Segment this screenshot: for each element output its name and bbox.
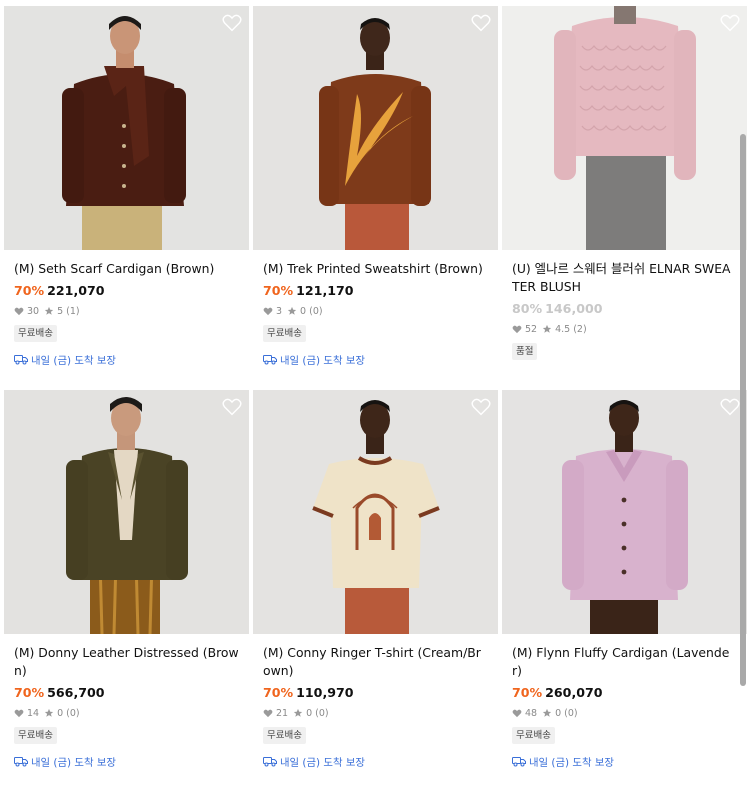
product-card[interactable]: (M) Flynn Fluffy Cardigan (Lavender) 70%… (502, 390, 747, 774)
product-photo (253, 390, 498, 634)
delivery-text: 내일 (금) 도착 보장 (280, 355, 365, 367)
product-title[interactable]: (U) 엘나르 스웨터 블러쉬 ELNAR SWEATER BLUSH (512, 260, 737, 296)
product-card[interactable]: (M) Donny Leather Distressed (Brown) 70%… (4, 390, 249, 774)
product-card[interactable]: (M) Conny Ringer T-shirt (Cream/Brown) 7… (253, 390, 498, 774)
free-shipping-badge: 무료배송 (263, 325, 306, 342)
sold-out-overlay (502, 6, 747, 250)
product-stats: 21 0 (0) (263, 706, 488, 720)
sold-out-badge: 품절 (512, 343, 538, 360)
like-count: 21 (276, 707, 289, 719)
product-image[interactable] (502, 390, 747, 634)
free-shipping-badge: 무료배송 (512, 727, 555, 744)
product-price: 221,070 (47, 283, 105, 298)
scrollbar-thumb[interactable] (740, 134, 746, 686)
product-title[interactable]: (M) Flynn Fluffy Cardigan (Lavender) (512, 644, 737, 680)
product-photo (4, 390, 249, 634)
product-card[interactable]: (U) 엘나르 스웨터 블러쉬 ELNAR SWEATER BLUSH 80% 1… (502, 6, 747, 390)
heart-icon[interactable] (720, 398, 740, 416)
rating: 0 (0) (57, 707, 80, 719)
product-image[interactable] (253, 6, 498, 250)
product-photo (253, 6, 498, 250)
heart-icon (512, 325, 522, 333)
star-icon (542, 324, 552, 333)
product-title[interactable]: (M) Conny Ringer T-shirt (Cream/Brown) (263, 644, 488, 680)
star-icon (287, 306, 297, 315)
rating: 0 (0) (306, 707, 329, 719)
product-image[interactable] (4, 390, 249, 634)
product-stats: 52 4.5 (2) (512, 322, 737, 336)
star-icon (44, 306, 54, 315)
delivery-text: 내일 (금) 도착 보장 (31, 757, 116, 769)
truck-icon (263, 355, 277, 365)
discount-rate: 70% (263, 685, 294, 700)
product-card[interactable]: (M) Seth Scarf Cardigan (Brown) 70% 221,0… (4, 6, 249, 390)
star-icon (44, 708, 54, 717)
rating: 0 (0) (300, 305, 323, 317)
discount-rate: 70% (512, 685, 543, 700)
product-stats: 48 0 (0) (512, 706, 737, 720)
product-grid: (M) Seth Scarf Cardigan (Brown) 70% 221,0… (4, 6, 747, 774)
like-count: 52 (525, 323, 538, 335)
product-photo (4, 6, 249, 250)
heart-icon (263, 307, 273, 315)
delivery-guarantee[interactable]: 내일 (금) 도착 보장 (512, 754, 737, 769)
product-price: 566,700 (47, 685, 105, 700)
truck-icon (14, 757, 28, 767)
delivery-text: 내일 (금) 도착 보장 (529, 757, 614, 769)
rating: 0 (0) (555, 707, 578, 719)
discount-rate: 70% (263, 283, 294, 298)
product-stats: 30 5 (1) (14, 304, 239, 318)
free-shipping-badge: 무료배송 (14, 325, 57, 342)
truck-icon (512, 757, 526, 767)
delivery-guarantee[interactable]: 내일 (금) 도착 보장 (14, 352, 239, 367)
heart-icon[interactable] (720, 14, 740, 32)
heart-icon (263, 709, 273, 717)
like-count: 14 (27, 707, 40, 719)
product-stats: 3 0 (0) (263, 304, 488, 318)
rating: 4.5 (2) (555, 323, 587, 335)
truck-icon (263, 757, 277, 767)
like-count: 30 (27, 305, 40, 317)
star-icon (293, 708, 303, 717)
delivery-guarantee[interactable]: 내일 (금) 도착 보장 (263, 754, 488, 769)
product-title[interactable]: (M) Trek Printed Sweatshirt (Brown) (263, 260, 488, 278)
heart-icon[interactable] (222, 398, 242, 416)
heart-icon (512, 709, 522, 717)
heart-icon (14, 307, 24, 315)
free-shipping-badge: 무료배송 (14, 727, 57, 744)
delivery-text: 내일 (금) 도착 보장 (31, 355, 116, 367)
product-title[interactable]: (M) Seth Scarf Cardigan (Brown) (14, 260, 239, 278)
product-price: 110,970 (296, 685, 354, 700)
product-stats: 14 0 (0) (14, 706, 239, 720)
delivery-text: 내일 (금) 도착 보장 (280, 757, 365, 769)
product-photo (502, 390, 747, 634)
product-title[interactable]: (M) Donny Leather Distressed (Brown) (14, 644, 239, 680)
like-count: 3 (276, 305, 283, 317)
product-image[interactable] (4, 6, 249, 250)
discount-rate: 70% (14, 685, 45, 700)
delivery-guarantee[interactable]: 내일 (금) 도착 보장 (263, 352, 488, 367)
heart-icon[interactable] (471, 14, 491, 32)
product-image[interactable] (253, 390, 498, 634)
truck-icon (14, 355, 28, 365)
delivery-guarantee[interactable]: 내일 (금) 도착 보장 (14, 754, 239, 769)
product-price: 121,170 (296, 283, 354, 298)
product-price: 260,070 (545, 685, 603, 700)
heart-icon[interactable] (471, 398, 491, 416)
heart-icon (14, 709, 24, 717)
product-price: 146,000 (545, 301, 603, 316)
free-shipping-badge: 무료배송 (263, 727, 306, 744)
product-image[interactable] (502, 6, 747, 250)
product-card[interactable]: (M) Trek Printed Sweatshirt (Brown) 70% 1… (253, 6, 498, 390)
heart-icon[interactable] (222, 14, 242, 32)
like-count: 48 (525, 707, 538, 719)
star-icon (542, 708, 552, 717)
discount-rate: 80% (512, 301, 543, 316)
discount-rate: 70% (14, 283, 45, 298)
rating: 5 (1) (57, 305, 80, 317)
